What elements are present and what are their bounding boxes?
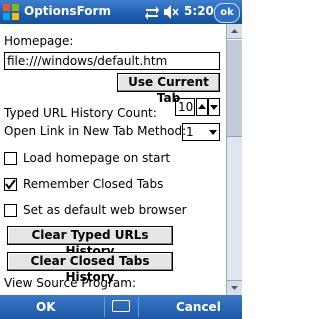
- chevron-down-icon: [209, 130, 217, 135]
- scroll-down-button[interactable]: [227, 280, 242, 295]
- open-link-method-select[interactable]: 1: [182, 123, 220, 141]
- clear-closed-tabs-button[interactable]: Clear Closed Tabs History: [7, 252, 173, 284]
- default-browser-label[interactable]: Set as default web browser: [23, 203, 187, 217]
- open-link-method-label: Open Link in New Tab Method:: [4, 124, 187, 138]
- scroll-up-button[interactable]: [227, 24, 242, 39]
- connectivity-icon[interactable]: [144, 3, 160, 21]
- menu-bar: OK Cancel: [0, 295, 242, 319]
- checkmark-icon: [5, 179, 16, 190]
- spin-up-button[interactable]: [196, 98, 208, 116]
- load-homepage-label[interactable]: Load homepage on start: [23, 151, 170, 165]
- spin-down-button[interactable]: [208, 98, 220, 116]
- menu-separator: [104, 297, 105, 317]
- title-ok-button[interactable]: ok: [214, 3, 240, 23]
- arrow-down-icon: [210, 105, 218, 110]
- remember-closed-tabs-checkbox[interactable]: [4, 178, 17, 191]
- arrow-up-icon: [198, 104, 206, 109]
- default-browser-checkbox[interactable]: [4, 204, 17, 217]
- arrow-down-icon: [231, 286, 238, 290]
- homepage-input[interactable]: file:///windows/default.htm: [4, 52, 220, 70]
- load-homepage-checkbox[interactable]: [4, 152, 17, 165]
- menu-separator: [138, 297, 139, 317]
- keyboard-icon[interactable]: [112, 300, 130, 312]
- history-count-input[interactable]: 10: [175, 98, 195, 116]
- view-source-label: View Source Program:: [4, 276, 136, 290]
- speaker-mute-icon[interactable]: [163, 3, 181, 21]
- window-title: OptionsForm: [24, 4, 111, 18]
- use-current-tab-button[interactable]: Use Current Tab: [117, 73, 220, 105]
- title-bar: OptionsForm 5:20 ok: [0, 0, 242, 24]
- arrow-up-icon: [231, 29, 238, 33]
- clear-typed-urls-button[interactable]: Clear Typed URLs History: [7, 226, 173, 258]
- scroll-thumb[interactable]: [227, 39, 242, 137]
- open-link-method-value: 1: [186, 125, 194, 139]
- options-form: Homepage: file:///windows/default.htm Us…: [0, 24, 226, 295]
- vertical-scrollbar[interactable]: [226, 24, 242, 295]
- history-count-label: Typed URL History Count:: [4, 106, 157, 120]
- ok-softkey[interactable]: OK: [36, 300, 56, 314]
- clock[interactable]: 5:20: [184, 4, 214, 18]
- homepage-label: Homepage:: [4, 34, 74, 48]
- windows-start-icon[interactable]: [2, 3, 20, 21]
- remember-closed-tabs-label[interactable]: Remember Closed Tabs: [23, 177, 163, 191]
- cancel-softkey[interactable]: Cancel: [176, 300, 221, 314]
